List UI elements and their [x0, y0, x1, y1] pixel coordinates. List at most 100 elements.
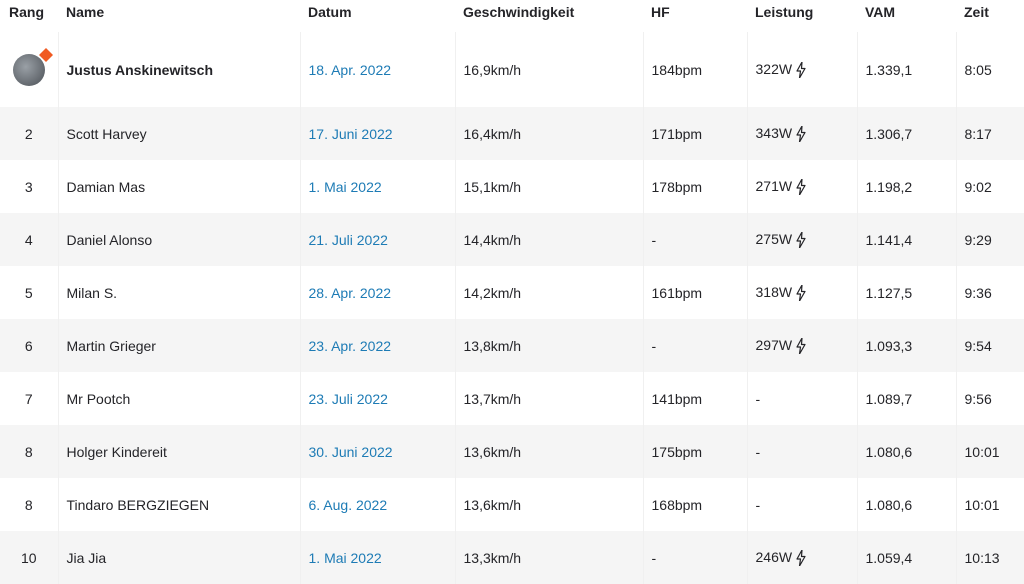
rank-cell: 7 — [0, 372, 59, 425]
col-header-power: Leistung — [755, 4, 814, 20]
table-row[interactable]: 5 Milan S. 28. Apr. 2022 14,2km/h 161bpm 318W… — [0, 266, 1024, 319]
athlete-name-link[interactable]: Justus Anskinewitsch — [67, 62, 214, 78]
time-cell: 9:56 — [956, 372, 1024, 425]
table-row[interactable]: 2 Scott Harvey 17. Juni 2022 16,4km/h 171bpm… — [0, 107, 1024, 160]
table-row[interactable]: 6 Martin Grieger 23. Apr. 2022 13,8km/h -297… — [0, 319, 1024, 372]
power-value: 246W — [755, 548, 793, 565]
athlete-name-link[interactable]: Scott Harvey — [67, 126, 147, 142]
heart-rate-cell: - — [643, 531, 748, 584]
activity-date-link[interactable]: 18. Apr. 2022 — [309, 62, 392, 78]
activity-date-link[interactable]: 6. Aug. 2022 — [309, 497, 388, 513]
power-cell: 318W — [747, 266, 858, 319]
activity-date-link[interactable]: 23. Juli 2022 — [309, 391, 388, 407]
speed-cell: 16,9km/h — [455, 32, 644, 107]
table-row[interactable]: 4 Daniel Alonso 21. Juli 2022 14,4km/h -275W… — [0, 213, 1024, 266]
col-header-hr: HF — [651, 4, 670, 20]
athlete-name-link[interactable]: Jia Jia — [67, 550, 107, 566]
date-cell: 23. Juli 2022 — [300, 372, 456, 425]
vam-cell: 1.339,1 — [857, 32, 957, 107]
vam-cell: 1.080,6 — [857, 425, 957, 478]
col-header-date: Datum — [308, 4, 352, 20]
vam-cell: 1.093,3 — [857, 319, 957, 372]
athlete-name-link[interactable]: Daniel Alonso — [67, 232, 153, 248]
athlete-name[interactable]: Martin Grieger — [58, 319, 301, 372]
activity-date-link[interactable]: 17. Juni 2022 — [309, 126, 393, 142]
activity-date-link[interactable]: 28. Apr. 2022 — [309, 285, 392, 301]
heart-rate-cell: 168bpm — [643, 478, 748, 531]
table-row[interactable]: Justus Anskinewitsch 18. Apr. 2022 16,9km/… — [0, 32, 1024, 107]
avatar[interactable] — [12, 47, 53, 86]
athlete-name-link[interactable]: Holger Kindereit — [67, 444, 167, 460]
lightning-bolt-icon — [796, 550, 806, 567]
lightning-bolt-icon — [796, 232, 806, 249]
speed-cell: 13,3km/h — [455, 531, 644, 584]
lightning-bolt-icon — [796, 179, 806, 196]
table-row[interactable]: 10 Jia Jia 1. Mai 2022 13,3km/h -246W 1.059,4… — [0, 531, 1024, 584]
speed-cell: 13,6km/h — [455, 478, 644, 531]
athlete-name[interactable]: Tindaro BERGZIEGEN — [58, 478, 301, 531]
table-row[interactable]: 3 Damian Mas 1. Mai 2022 15,1km/h 178bpm 271W… — [0, 160, 1024, 213]
athlete-name[interactable]: Daniel Alonso — [58, 213, 301, 266]
header-row: Rang Name Datum Geschwindigkeit HF Leist… — [0, 0, 1024, 32]
col-header-rank: Rang — [9, 4, 44, 20]
date-cell: 23. Apr. 2022 — [300, 319, 456, 372]
rank-cell: 10 — [0, 531, 59, 584]
athlete-name-link[interactable]: Mr Pootch — [67, 391, 131, 407]
power-value: - — [755, 496, 761, 513]
athlete-name[interactable]: Justus Anskinewitsch — [58, 32, 301, 107]
power-cell: 343W — [747, 107, 858, 160]
athlete-name-link[interactable]: Martin Grieger — [67, 338, 156, 354]
rank-cell: 8 — [0, 478, 59, 531]
activity-date-link[interactable]: 23. Apr. 2022 — [309, 338, 392, 354]
athlete-name[interactable]: Milan S. — [58, 266, 301, 319]
time-cell: 10:13 — [956, 531, 1024, 584]
speed-cell: 14,2km/h — [455, 266, 644, 319]
col-header-name: Name — [66, 4, 105, 20]
athlete-name[interactable]: Jia Jia — [58, 531, 301, 584]
power-cell: 246W — [747, 531, 858, 584]
power-value: 343W — [755, 124, 793, 141]
date-cell: 28. Apr. 2022 — [300, 266, 456, 319]
power-cell: 271W — [747, 160, 858, 213]
speed-cell: 13,8km/h — [455, 319, 644, 372]
athlete-name[interactable]: Mr Pootch — [58, 372, 301, 425]
heart-rate-cell: 178bpm — [643, 160, 748, 213]
activity-date-link[interactable]: 21. Juli 2022 — [309, 232, 388, 248]
date-cell: 18. Apr. 2022 — [300, 32, 456, 107]
activity-date-link[interactable]: 30. Juni 2022 — [309, 444, 393, 460]
crown-badge-icon — [38, 47, 53, 62]
rank-cell: 8 — [0, 425, 59, 478]
lightning-bolt-icon — [796, 126, 806, 143]
athlete-name-link[interactable]: Tindaro BERGZIEGEN — [67, 497, 210, 513]
col-header-vam: VAM — [865, 4, 896, 20]
vam-cell: 1.127,5 — [857, 266, 957, 319]
date-cell: 1. Mai 2022 — [300, 160, 456, 213]
col-header-time: Zeit — [964, 4, 989, 20]
rank-cell: 2 — [0, 107, 59, 160]
heart-rate-cell: 171bpm — [643, 107, 748, 160]
activity-date-link[interactable]: 1. Mai 2022 — [309, 179, 382, 195]
rank-cell: 6 — [0, 319, 59, 372]
athlete-name[interactable]: Holger Kindereit — [58, 425, 301, 478]
vam-cell: 1.089,7 — [857, 372, 957, 425]
col-header-speed: Geschwindigkeit — [463, 4, 575, 20]
rank-cell: 5 — [0, 266, 59, 319]
athlete-name[interactable]: Damian Mas — [58, 160, 301, 213]
time-cell: 8:05 — [956, 32, 1024, 107]
power-value: - — [755, 443, 761, 460]
vam-cell: 1.080,6 — [857, 478, 957, 531]
heart-rate-cell: 175bpm — [643, 425, 748, 478]
athlete-name[interactable]: Scott Harvey — [58, 107, 301, 160]
speed-cell: 13,7km/h — [455, 372, 644, 425]
speed-cell: 13,6km/h — [455, 425, 644, 478]
athlete-name-link[interactable]: Damian Mas — [67, 179, 146, 195]
activity-date-link[interactable]: 1. Mai 2022 — [309, 550, 382, 566]
time-cell: 9:02 — [956, 160, 1024, 213]
speed-cell: 15,1km/h — [455, 160, 644, 213]
table-row[interactable]: 7 Mr Pootch 23. Juli 2022 13,7km/h 141bpm - 1.… — [0, 372, 1024, 425]
athlete-name-link[interactable]: Milan S. — [67, 285, 118, 301]
table-row[interactable]: 8 Tindaro BERGZIEGEN 6. Aug. 2022 13,6km/h 1… — [0, 478, 1024, 531]
date-cell: 1. Mai 2022 — [300, 531, 456, 584]
power-cell: 322W — [747, 32, 858, 107]
table-row[interactable]: 8 Holger Kindereit 30. Juni 2022 13,6km/h 17… — [0, 425, 1024, 478]
